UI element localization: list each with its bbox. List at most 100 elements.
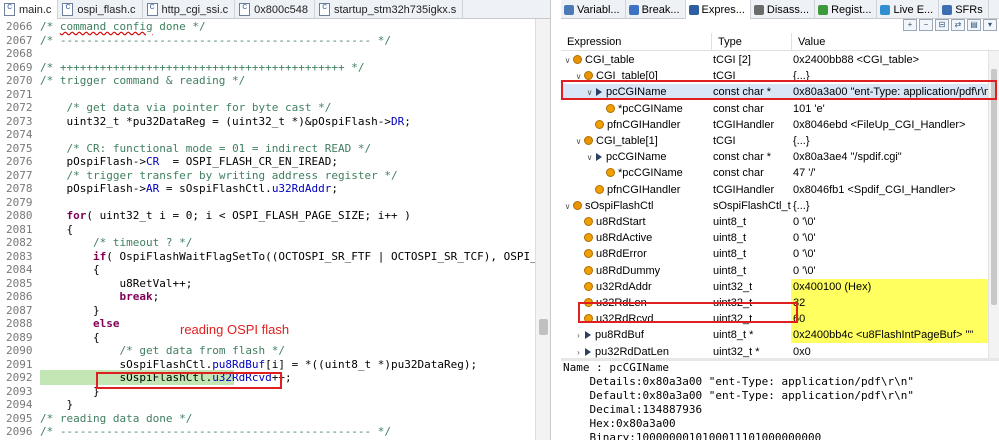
variable-icon — [584, 249, 593, 259]
expression-label: sOspiFlashCtl — [585, 199, 654, 212]
value-cell[interactable]: 0 '\0' — [791, 246, 988, 262]
expression-row[interactable]: u8RdDummy uint8_t 0 '\0' — [561, 263, 988, 279]
expression-cell: › pu32RdDatLen — [561, 344, 709, 358]
value-cell[interactable]: 47 '/' — [791, 165, 988, 181]
editor-scrollbar[interactable] — [535, 19, 550, 440]
debug-view-tab[interactable]: Variabl... — [561, 0, 626, 19]
expressions-scrollbar-thumb[interactable] — [991, 69, 997, 305]
value-cell[interactable]: 0x2400bb4c <u8FlashIntPageBuf> "" — [791, 327, 988, 344]
type-cell: tCGIHandler — [713, 183, 775, 196]
details-line: Hex:0x80a3a00 — [563, 417, 676, 430]
struct-icon — [573, 200, 582, 210]
c-file-icon — [146, 2, 158, 16]
variable-icon — [584, 217, 593, 226]
editor-tab[interactable]: ospi_flash.c — [58, 0, 143, 19]
debug-view-tab[interactable]: Live E... — [877, 0, 940, 19]
editor-tab[interactable]: startup_stm32h735igkx.s — [315, 0, 464, 19]
expression-row[interactable]: u32RdAddr uint32_t 0x400100 (Hex) — [561, 278, 988, 295]
value-cell[interactable]: {...} — [791, 133, 988, 149]
expression-cell: › pu8RdBuf — [561, 327, 709, 343]
view-icon — [880, 4, 891, 15]
value-cell[interactable]: 0x8046fb1 <Spdif_CGI_Handler> — [791, 182, 988, 198]
expression-row[interactable]: *pcCGIName const char 47 '/' — [561, 165, 988, 181]
debug-view-tab[interactable]: SFRs — [939, 0, 989, 19]
expression-row[interactable]: ∨ CGI_table[1] tCGI {...} — [561, 133, 988, 149]
expression-cell: u8RdError — [561, 246, 709, 262]
code-editor[interactable]: main.c ospi_flash.c http_cgi_ssi.c 0x800c54… — [0, 0, 551, 440]
type-cell: uint8_t — [713, 216, 747, 228]
debug-view-tab-label: Live E... — [893, 3, 934, 16]
editor-tab[interactable]: http_cgi_ssi.c — [143, 0, 236, 19]
debug-view-tab[interactable]: Break... — [626, 0, 686, 19]
editor-scrollbar-thumb[interactable] — [539, 319, 548, 335]
chevron-right-icon[interactable]: › — [574, 328, 583, 343]
expression-cell: u8RdStart — [561, 214, 709, 230]
editor-tab-label: 0x800c548 — [254, 3, 308, 16]
expression-row[interactable]: ∨ sOspiFlashCtl sOspiFlashCtl_t {...} — [561, 198, 988, 214]
chevron-down-icon[interactable]: ∨ — [585, 150, 594, 165]
editor-tab[interactable]: 0x800c548 — [235, 0, 315, 19]
chevron-down-icon[interactable]: ∨ — [563, 199, 572, 214]
pointer-icon — [585, 347, 591, 356]
debug-view-tab[interactable]: Expres... — [685, 0, 751, 19]
value-cell[interactable]: 60 — [791, 311, 988, 328]
struct-icon — [584, 136, 593, 145]
debug-view-tab[interactable]: Disass... — [751, 0, 816, 19]
value-cell[interactable]: 0x8046ebd <FileUp_CGI_Handler> — [791, 117, 988, 133]
column-header-type[interactable]: Type — [711, 33, 791, 51]
editor-tab-label: main.c — [19, 3, 52, 16]
type-cell: const char — [713, 167, 764, 180]
collapse-all-icon[interactable]: ⊟ — [935, 19, 949, 31]
expression-row[interactable]: ∨ CGI_table tCGI [2] 0x2400bb88 <CGI_table> — [561, 52, 988, 68]
type-cell: uint32_t * — [713, 345, 760, 358]
expression-cell: u8RdDummy — [561, 263, 709, 279]
value-cell[interactable]: 0 '\0' — [791, 230, 988, 246]
code-text: /* -------------------------------------… — [40, 425, 391, 438]
value-cell[interactable]: 0x0 — [791, 344, 988, 358]
layout-icon[interactable]: ▤ — [967, 19, 981, 31]
view-menu-icon[interactable]: ▾ — [983, 19, 997, 31]
details-line: Binary:1000000010100011101000000000 — [563, 431, 822, 440]
value-cell[interactable]: 32 — [791, 295, 988, 311]
link-icon[interactable]: ⇄ — [951, 19, 965, 31]
expression-row[interactable]: › pu8RdBuf uint8_t * 0x2400bb4c <u8FlashInt… — [561, 327, 988, 344]
expression-row[interactable]: u8RdStart uint8_t 0 '\0' — [561, 214, 988, 230]
expression-row[interactable]: pfnCGIHandler tCGIHandler 0x8046ebd <FileU… — [561, 117, 988, 133]
type-cell: tCGI [2] — [713, 54, 751, 66]
chevron-down-icon[interactable]: ∨ — [574, 134, 583, 149]
code-line[interactable]: 2096 /* ---------------------------------… — [0, 424, 535, 439]
expression-label: u8RdStart — [596, 216, 646, 228]
value-cell[interactable]: 0 '\0' — [791, 263, 988, 279]
value-cell[interactable]: 0x80a3ae4 "/spdif.cgi" — [791, 149, 988, 165]
editor-tab[interactable]: main.c — [0, 0, 59, 19]
type-cell: uint32_t — [713, 280, 753, 293]
expression-row[interactable]: u8RdError uint8_t 0 '\0' — [561, 246, 988, 262]
expression-row[interactable]: *pcCGIName const char 101 'e' — [561, 101, 988, 117]
expressions-view[interactable]: Variabl... Break... Expres... Disass... Regi… — [561, 0, 999, 440]
type-cell: const char * — [713, 151, 772, 164]
expression-label: u8RdDummy — [596, 264, 661, 277]
chevron-right-icon[interactable]: › — [574, 345, 583, 358]
expression-cell: ∨ pcCGIName — [561, 149, 709, 165]
value-cell[interactable]: 101 'e' — [791, 101, 988, 117]
struct-icon — [584, 71, 593, 81]
value-cell[interactable]: 0 '\0' — [791, 214, 988, 230]
column-header-expression[interactable]: Expression — [561, 33, 711, 51]
column-header-value[interactable]: Value — [791, 33, 999, 51]
remove-expression-icon[interactable]: − — [919, 19, 933, 31]
add-expression-icon[interactable]: + — [903, 19, 917, 31]
value-cell[interactable]: {...} — [791, 198, 988, 214]
debug-view-tab-bar: Variabl... Break... Expres... Disass... Regi… — [561, 0, 999, 19]
expression-row[interactable]: pfnCGIHandler tCGIHandler 0x8046fb1 <Spdif… — [561, 182, 988, 198]
debug-view-tab[interactable]: Regist... — [815, 0, 878, 19]
expression-row[interactable]: u8RdActive uint8_t 0 '\0' — [561, 230, 988, 246]
editor-tab-label: startup_stm32h735igkx.s — [333, 3, 457, 16]
expression-row[interactable]: ∨ pcCGIName const char * 0x80a3ae4 "/spdif.… — [561, 149, 988, 165]
expression-row[interactable]: › pu32RdDatLen uint32_t * 0x0 — [561, 344, 988, 358]
chevron-down-icon[interactable]: ∨ — [563, 53, 572, 68]
value-cell[interactable]: 0x2400bb88 <CGI_table> — [791, 52, 988, 68]
expression-label: u8RdError — [596, 248, 647, 261]
value-cell[interactable]: 0x400100 (Hex) — [791, 278, 988, 295]
variable-icon — [595, 119, 604, 129]
variable-icon — [584, 265, 593, 275]
